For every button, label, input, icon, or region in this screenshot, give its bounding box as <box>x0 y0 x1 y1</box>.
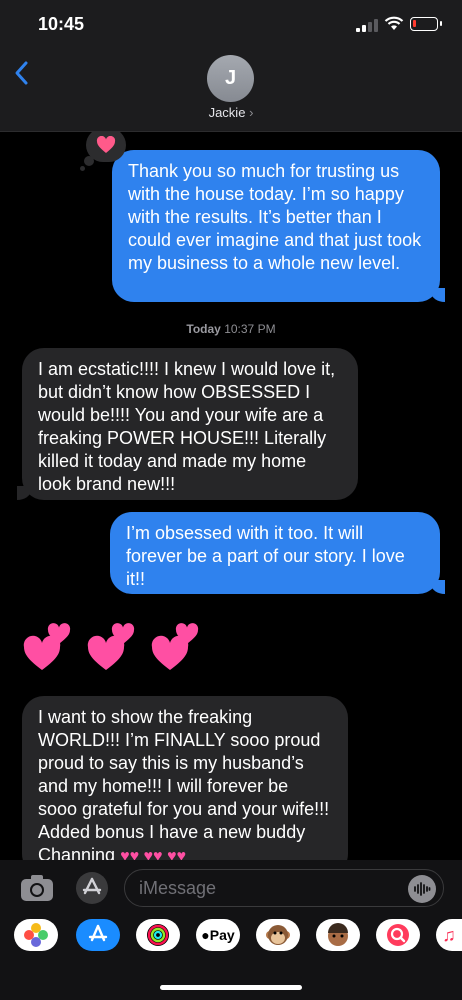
apple-pay-icon[interactable]: ● Pay <box>196 919 240 951</box>
message-text: I am ecstatic!!!! I knew I would love it… <box>38 359 336 494</box>
app-store-button[interactable] <box>76 872 108 904</box>
battery-icon <box>410 17 442 31</box>
compose-bar: iMessage <box>0 860 462 915</box>
timestamp: Today 10:37 PM <box>186 322 276 336</box>
monkey-memoji-icon[interactable] <box>256 919 300 951</box>
message-text: I’m obsessed with it too. It will foreve… <box>126 523 405 589</box>
audio-message-button[interactable] <box>408 875 436 903</box>
message-list[interactable]: Thank you so much for trusting us with t… <box>0 132 462 860</box>
imessage-input[interactable]: iMessage <box>124 869 444 907</box>
two-hearts-emoji-icon <box>151 623 199 670</box>
wifi-icon <box>384 16 404 30</box>
heart-tapback[interactable] <box>86 132 126 162</box>
back-chevron-icon[interactable] <box>10 58 34 88</box>
two-hearts-emoji-icon: ♥♥ ♥♥ ♥♥ <box>120 848 186 860</box>
contact-name: Jackie <box>208 105 246 120</box>
message-text: I want to show the freaking WORLD!!! I’m… <box>38 707 330 860</box>
two-hearts-emoji-icon <box>87 623 135 670</box>
chevron-right-icon: › <box>249 105 254 120</box>
music-icon[interactable]: ♫ <box>436 919 462 951</box>
message-bubble-sent[interactable]: I’m obsessed with it too. It will foreve… <box>110 512 445 594</box>
app-store-icon[interactable] <box>76 919 120 951</box>
status-time: 10:45 <box>38 14 85 34</box>
message-bubble-received[interactable]: I am ecstatic!!!! I knew I would love it… <box>17 348 358 500</box>
contact-avatar[interactable]: J <box>207 55 254 102</box>
emoji-message[interactable] <box>22 620 200 676</box>
message-text: Thank you so much for trusting us with t… <box>128 161 422 273</box>
photos-icon[interactable] <box>14 919 58 951</box>
message-bubble-received[interactable]: I want to show the freaking WORLD!!! I’m… <box>22 696 348 860</box>
message-bubble-sent[interactable]: Thank you so much for trusting us with t… <box>112 150 445 302</box>
waveform-icon <box>414 882 431 896</box>
app-drawer: ● Pay ♫ <box>0 915 462 1000</box>
camera-icon[interactable] <box>20 874 54 902</box>
apple-logo-icon: ● <box>201 927 210 943</box>
app-store-icon <box>82 877 102 895</box>
search-images-icon[interactable] <box>376 919 420 951</box>
contact-name-button[interactable]: Jackie › <box>0 105 462 120</box>
two-hearts-emoji-icon <box>23 623 71 670</box>
home-indicator[interactable] <box>160 985 302 990</box>
heart-icon <box>96 136 116 153</box>
avatar-initial: J <box>224 67 237 89</box>
memoji-icon[interactable] <box>316 919 360 951</box>
cellular-signal-icon <box>356 18 378 32</box>
status-bar: 10:45 <box>0 0 462 48</box>
activity-icon[interactable] <box>136 919 180 951</box>
conversation-header: J Jackie › <box>0 48 462 132</box>
